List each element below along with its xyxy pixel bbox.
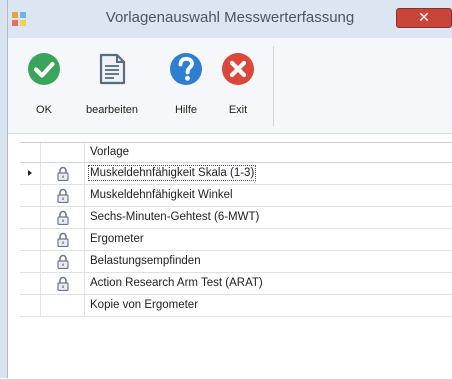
help-button[interactable]: Hilfe: [166, 48, 206, 128]
window-left-edge: [0, 0, 8, 378]
lock-icon: [57, 210, 69, 225]
row-indicator[interactable]: [20, 251, 41, 272]
ok-label: OK: [36, 104, 52, 116]
row-indicator[interactable]: [20, 295, 41, 316]
lock-icon: [57, 188, 69, 203]
row-icon-cell: [40, 185, 85, 206]
grid-rows: Muskeldehnfähigkeit Skala (1-3) Muskeldeh…: [20, 163, 452, 317]
close-button[interactable]: ✕: [396, 8, 452, 28]
row-indicator[interactable]: [20, 185, 41, 206]
check-icon: [28, 53, 60, 85]
table-row[interactable]: Muskeldehnfähigkeit Winkel: [20, 185, 452, 207]
row-label: Kopie von Ergometer: [90, 299, 199, 311]
column-header-vorlage[interactable]: Vorlage: [90, 146, 129, 158]
document-edit-icon: [99, 53, 126, 85]
lock-icon: [57, 166, 69, 181]
ok-button[interactable]: OK: [22, 48, 66, 128]
title-bar[interactable]: Vorlagenauswahl Messwerterfassung ✕: [8, 0, 452, 38]
row-icon-cell: [40, 229, 85, 250]
edit-label: bearbeiten: [86, 104, 138, 116]
row-icon-cell: [40, 273, 85, 294]
row-icon-cell: [40, 207, 85, 228]
window-title: Vorlagenauswahl Messwerterfassung: [105, 9, 355, 26]
row-label: Sechs-Minuten-Gehtest (6-MWT): [90, 211, 260, 223]
header-indicator-cell: [20, 143, 41, 162]
toolbar-separator: [273, 46, 274, 126]
table-row[interactable]: Muskeldehnfähigkeit Skala (1-3): [20, 163, 452, 185]
help-icon: [170, 53, 202, 85]
table-row[interactable]: Sechs-Minuten-Gehtest (6-MWT): [20, 207, 452, 229]
row-label: Muskeldehnfähigkeit Winkel: [90, 189, 233, 201]
row-label: Muskeldehnfähigkeit Skala (1-3): [87, 165, 257, 181]
grid-header: Vorlage: [20, 143, 452, 163]
header-icon-cell: [40, 143, 85, 162]
lock-icon: [57, 276, 69, 291]
row-label: Ergometer: [90, 233, 144, 245]
row-icon-cell: [40, 163, 85, 184]
current-row-arrow-icon: [28, 170, 32, 176]
row-label: Belastungsempfinden: [90, 255, 201, 267]
help-label: Hilfe: [174, 104, 197, 116]
table-row[interactable]: Action Research Arm Test (ARAT): [20, 273, 452, 295]
row-indicator[interactable]: [20, 207, 41, 228]
lock-icon: [57, 232, 69, 247]
table-row[interactable]: Kopie von Ergometer: [20, 295, 452, 317]
lock-icon: [57, 254, 69, 269]
template-grid[interactable]: Vorlage Muskeldehnfähigkeit Skala (1-3) M…: [20, 142, 452, 379]
row-icon-cell: [40, 251, 85, 272]
table-row[interactable]: Belastungsempfinden: [20, 251, 452, 273]
row-label: Action Research Arm Test (ARAT): [90, 277, 263, 289]
exit-label: Exit: [228, 104, 248, 116]
row-indicator[interactable]: [20, 273, 41, 294]
dialog-window: Vorlagenauswahl Messwerterfassung ✕ OK b…: [0, 0, 452, 379]
toolbar: OK bearbeiten Hilfe Exit: [8, 38, 452, 134]
exit-x-icon: [222, 53, 254, 85]
exit-button[interactable]: Exit: [218, 48, 258, 128]
table-row[interactable]: Ergometer: [20, 229, 452, 251]
edit-button[interactable]: bearbeiten: [78, 48, 146, 128]
row-indicator[interactable]: [20, 163, 41, 184]
row-indicator[interactable]: [20, 229, 41, 250]
row-icon-cell: [40, 295, 85, 316]
